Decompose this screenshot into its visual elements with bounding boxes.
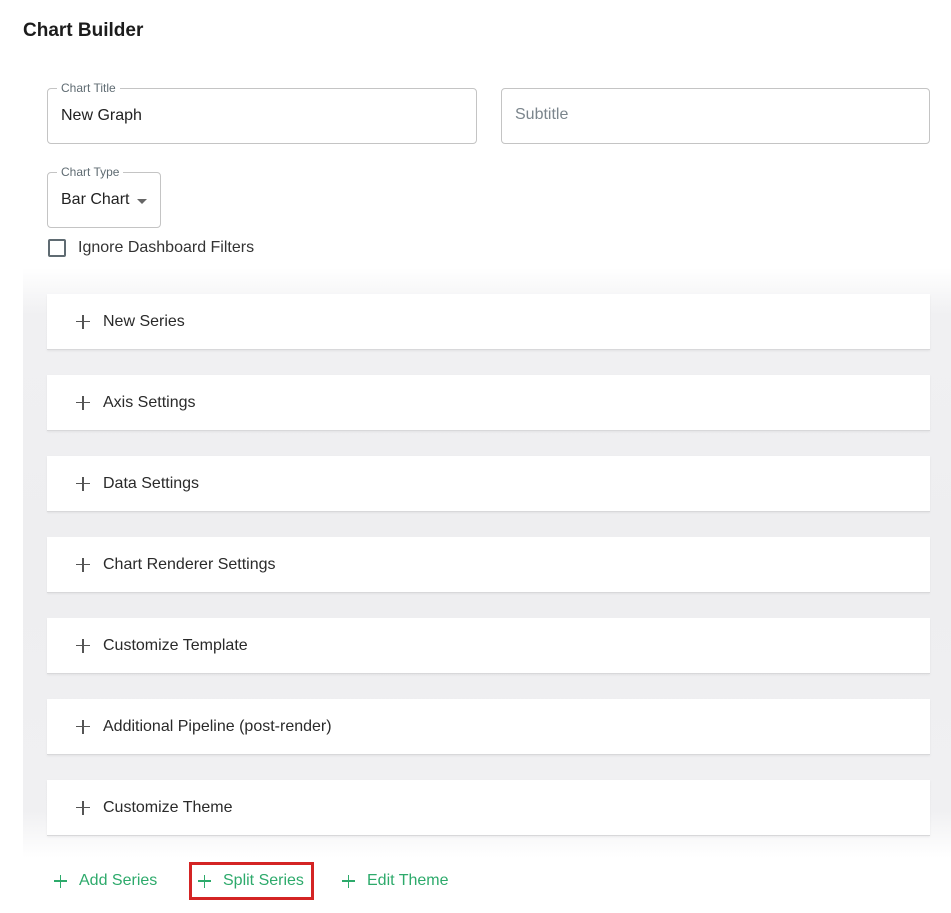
- chart-title-legend: Chart Title: [57, 81, 120, 95]
- subtitle-field[interactable]: Subtitle: [501, 88, 930, 144]
- plus-icon: [76, 557, 90, 572]
- subtitle-placeholder[interactable]: Subtitle: [515, 106, 568, 124]
- plus-icon: [54, 874, 67, 888]
- chart-title-value[interactable]: New Graph: [61, 107, 142, 125]
- plus-icon: [342, 874, 355, 888]
- ignore-filters-label[interactable]: Ignore Dashboard Filters: [78, 239, 254, 257]
- section-additional-pipeline[interactable]: Additional Pipeline (post-render): [47, 699, 930, 755]
- split-series-label: Split Series: [223, 872, 304, 889]
- plus-icon: [76, 395, 90, 410]
- section-label: Chart Renderer Settings: [103, 555, 276, 573]
- edit-theme-button[interactable]: Edit Theme: [342, 862, 449, 900]
- chart-type-select[interactable]: Chart Type Bar Chart: [47, 165, 161, 228]
- chart-type-value[interactable]: Bar Chart: [61, 191, 129, 209]
- plus-icon: [76, 800, 90, 815]
- chart-title-field[interactable]: Chart Title New Graph: [47, 81, 477, 144]
- section-label: New Series: [103, 312, 185, 330]
- ignore-filters-checkbox[interactable]: [48, 239, 66, 257]
- section-label: Axis Settings: [103, 393, 196, 411]
- section-axis-settings[interactable]: Axis Settings: [47, 375, 930, 431]
- edit-theme-label: Edit Theme: [367, 872, 449, 889]
- section-label: Additional Pipeline (post-render): [103, 717, 332, 735]
- section-chart-renderer-settings[interactable]: Chart Renderer Settings: [47, 537, 930, 593]
- page-title: Chart Builder: [23, 20, 144, 41]
- split-series-button[interactable]: Split Series: [189, 862, 314, 900]
- section-customize-theme[interactable]: Customize Theme: [47, 780, 930, 836]
- add-series-label: Add Series: [79, 872, 158, 889]
- action-bar: Add Series Split Series Edit Theme: [0, 862, 951, 902]
- plus-icon: [76, 314, 90, 329]
- plus-icon: [76, 476, 90, 491]
- section-customize-template[interactable]: Customize Template: [47, 618, 930, 674]
- section-data-settings[interactable]: Data Settings: [47, 456, 930, 512]
- section-label: Data Settings: [103, 474, 200, 492]
- caret-down-icon[interactable]: [137, 199, 147, 204]
- plus-icon: [76, 638, 90, 653]
- plus-icon: [76, 719, 90, 734]
- section-label: Customize Theme: [103, 798, 233, 816]
- ignore-filters-option[interactable]: Ignore Dashboard Filters: [48, 239, 254, 257]
- plus-icon: [198, 874, 211, 888]
- section-label: Customize Template: [103, 636, 248, 654]
- add-series-button[interactable]: Add Series: [54, 862, 157, 900]
- chart-type-legend: Chart Type: [57, 165, 124, 179]
- section-new-series[interactable]: New Series: [47, 294, 930, 350]
